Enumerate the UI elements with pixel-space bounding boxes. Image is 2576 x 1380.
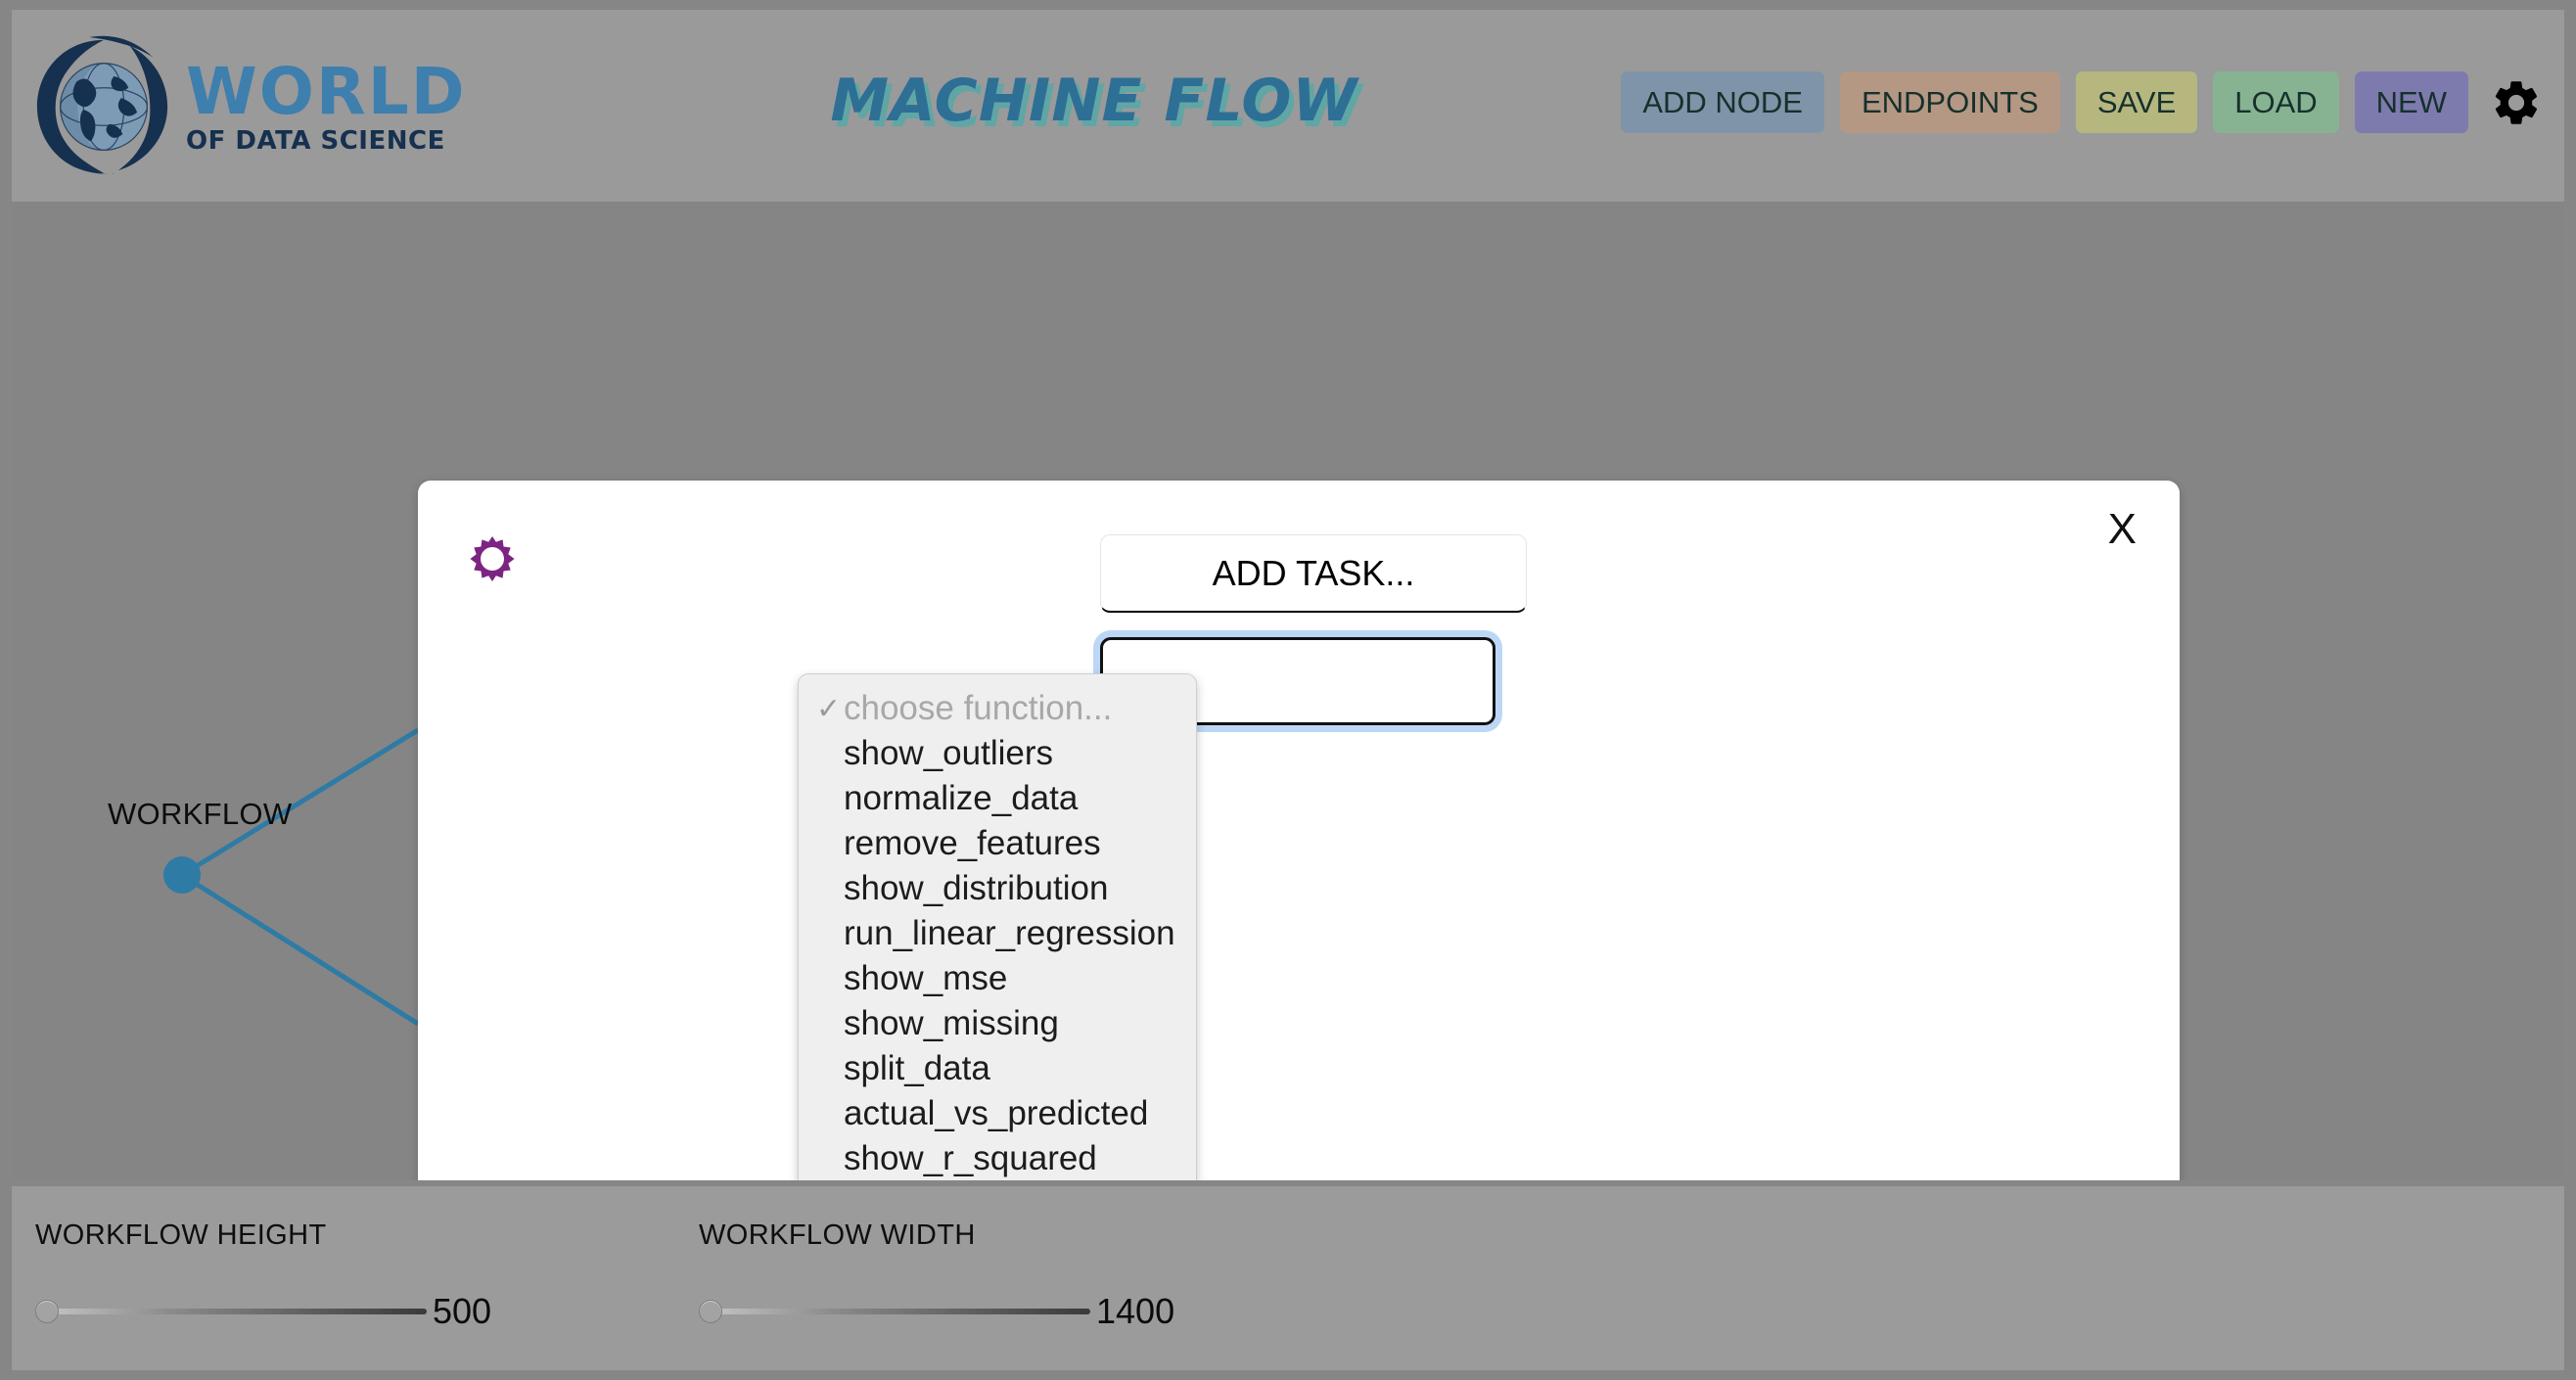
brand-logo[interactable]: WORLD OF DATA SCIENCE xyxy=(31,33,491,180)
menu-item[interactable]: show_outliers xyxy=(799,731,1196,776)
menu-item-label: show_distribution xyxy=(844,869,1109,907)
header-actions: ADD NODE ENDPOINTS SAVE LOAD NEW xyxy=(1621,71,2543,133)
workflow-width-control: WORKFLOW WIDTH 1400 xyxy=(699,1219,1174,1332)
load-button[interactable]: LOAD xyxy=(2213,71,2339,133)
slider-track xyxy=(35,1309,427,1314)
save-button[interactable]: SAVE xyxy=(2075,71,2198,133)
workflow-node[interactable] xyxy=(163,856,201,894)
workflow-edge-lower xyxy=(180,872,420,1027)
menu-item-label: choose function... xyxy=(844,689,1113,727)
add-task-modal: X ✓ choose function... show_outliers nor… xyxy=(418,481,2180,1180)
slider-thumb[interactable] xyxy=(699,1300,722,1323)
app-root: WORLD OF DATA SCIENCE MACHINE FLOW ADD N… xyxy=(0,0,2576,1380)
gear-icon[interactable] xyxy=(469,535,516,582)
brand-wordmark: WORLD OF DATA SCIENCE xyxy=(186,54,467,156)
workflow-height-control: WORKFLOW HEIGHT 500 xyxy=(35,1219,491,1332)
close-icon[interactable]: X xyxy=(2098,502,2146,557)
endpoints-button[interactable]: ENDPOINTS xyxy=(1839,71,2060,133)
menu-item[interactable]: ✓ choose function... xyxy=(799,686,1196,731)
globe-swoosh-logo-icon xyxy=(36,35,168,174)
workflow-width-slider[interactable] xyxy=(699,1300,1090,1323)
menu-item[interactable]: show_distribution xyxy=(799,866,1196,911)
page-title: MACHINE FLOW xyxy=(830,67,1358,135)
menu-item[interactable]: remove_features xyxy=(799,821,1196,866)
function-select-menu[interactable]: ✓ choose function... show_outliers norma… xyxy=(798,673,1197,1180)
workflow-height-value: 500 xyxy=(433,1291,492,1331)
menu-item-label: normalize_data xyxy=(844,779,1079,817)
workflow-node-label: WORKFLOW xyxy=(108,797,293,831)
menu-item[interactable]: run_linear_regression xyxy=(799,911,1196,956)
workflow-width-value: 1400 xyxy=(1096,1291,1175,1331)
menu-item[interactable]: show_mse xyxy=(799,956,1196,1001)
menu-item[interactable]: show_r_squared xyxy=(799,1136,1196,1180)
menu-item-label: remove_features xyxy=(844,824,1101,862)
menu-item-label: show_outliers xyxy=(844,734,1053,772)
brand-primary-text: WORLD xyxy=(186,54,467,129)
slider-thumb[interactable] xyxy=(35,1300,59,1323)
menu-item[interactable]: actual_vs_predicted xyxy=(799,1091,1196,1136)
slider-track xyxy=(699,1309,1090,1314)
workflow-height-label: WORKFLOW HEIGHT xyxy=(35,1219,327,1251)
menu-item-label: show_missing xyxy=(844,1004,1059,1042)
workflow-width-label: WORKFLOW WIDTH xyxy=(699,1219,976,1251)
menu-item[interactable]: normalize_data xyxy=(799,776,1196,821)
add-node-button[interactable]: ADD NODE xyxy=(1621,71,1824,133)
menu-item-label: split_data xyxy=(844,1049,990,1087)
new-button[interactable]: NEW xyxy=(2354,71,2468,133)
menu-item[interactable]: show_missing xyxy=(799,1001,1196,1046)
task-name-input[interactable] xyxy=(1100,534,1527,613)
app-header: WORLD OF DATA SCIENCE MACHINE FLOW ADD N… xyxy=(12,10,2564,202)
menu-item-label: actual_vs_predicted xyxy=(844,1094,1149,1132)
menu-item-label: show_r_squared xyxy=(844,1139,1097,1177)
settings-panel: WORKFLOW HEIGHT 500 WORKFLOW WIDTH 1400 xyxy=(12,1186,2564,1370)
menu-item-label: run_linear_regression xyxy=(844,914,1175,952)
workflow-height-slider[interactable] xyxy=(35,1300,427,1323)
menu-item[interactable]: split_data xyxy=(799,1046,1196,1091)
workflow-canvas[interactable]: WORKFLOW X ✓ choose function... show_out… xyxy=(12,202,2564,1180)
brand-secondary-text: OF DATA SCIENCE xyxy=(186,126,445,156)
menu-item-label: show_mse xyxy=(844,959,1008,997)
gear-icon[interactable] xyxy=(2490,76,2543,129)
check-icon: ✓ xyxy=(816,692,842,725)
